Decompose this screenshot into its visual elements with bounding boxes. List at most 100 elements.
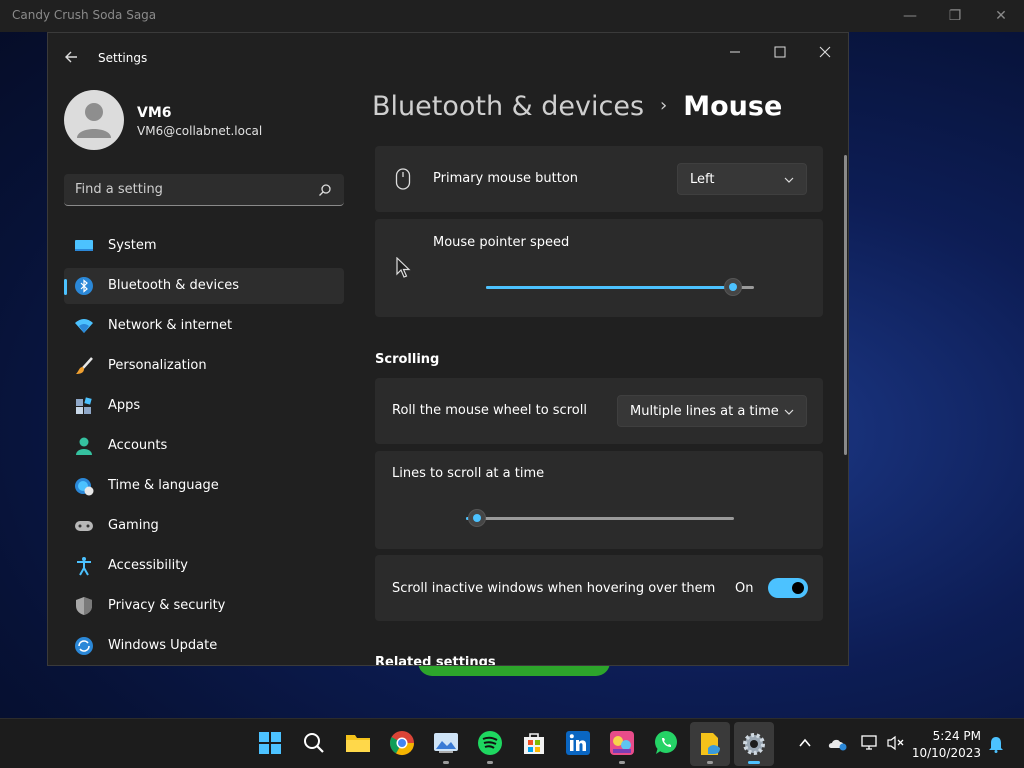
accessibility-icon bbox=[77, 557, 91, 576]
user-name: VM6 bbox=[137, 105, 172, 121]
primary-mouse-button-label: Primary mouse button bbox=[433, 171, 579, 186]
user-email: VM6@collabnet.local bbox=[137, 124, 263, 138]
onedrive-icon[interactable] bbox=[828, 734, 848, 752]
maximize-button[interactable] bbox=[765, 41, 795, 63]
lines-to-scroll-slider[interactable] bbox=[466, 509, 734, 527]
sidebar-item-accounts[interactable]: Accounts bbox=[64, 428, 344, 464]
chevron-up-icon[interactable] bbox=[796, 734, 814, 752]
spotify-icon[interactable] bbox=[476, 729, 504, 757]
linkedin-icon[interactable] bbox=[564, 729, 592, 757]
running-indicator bbox=[443, 761, 449, 764]
sidebar-item-windows-update[interactable]: Windows Update bbox=[64, 628, 344, 664]
sidebar-item-label: Time & language bbox=[108, 478, 219, 493]
photos-icon[interactable] bbox=[432, 729, 460, 757]
close-button[interactable] bbox=[810, 41, 840, 63]
lines-to-scroll-card: Lines to scroll at a time bbox=[375, 451, 823, 549]
sidebar-item-gaming[interactable]: Gaming bbox=[64, 508, 344, 544]
dropdown-value: Left bbox=[690, 172, 715, 187]
roll-wheel-dropdown[interactable]: Multiple lines at a time bbox=[617, 395, 807, 427]
scroll-inactive-card: Scroll inactive windows when hovering ov… bbox=[375, 555, 823, 621]
scroll-inactive-label: Scroll inactive windows when hovering ov… bbox=[392, 581, 716, 596]
running-indicator bbox=[619, 761, 625, 764]
active-indicator bbox=[748, 761, 760, 764]
sidebar-item-label: System bbox=[108, 238, 157, 253]
minimize-button[interactable] bbox=[720, 41, 750, 63]
avatar[interactable] bbox=[64, 90, 124, 150]
chevron-down-icon bbox=[784, 409, 794, 415]
content-scrollbar[interactable] bbox=[844, 155, 847, 455]
shield-icon bbox=[76, 597, 92, 615]
settings-app-button[interactable] bbox=[734, 722, 774, 766]
pointer-speed-thumb[interactable] bbox=[724, 278, 742, 296]
chrome-icon[interactable] bbox=[388, 729, 416, 757]
sidebar-item-network[interactable]: Network & internet bbox=[64, 308, 344, 344]
search-icon[interactable] bbox=[318, 183, 332, 197]
running-indicator bbox=[487, 761, 493, 764]
lines-to-scroll-thumb[interactable] bbox=[468, 509, 486, 527]
roll-wheel-card: Roll the mouse wheel to scroll Multiple … bbox=[375, 378, 823, 444]
related-settings-heading: Related settings bbox=[375, 655, 496, 666]
person-icon bbox=[77, 103, 111, 138]
whatsapp-icon[interactable] bbox=[652, 729, 680, 757]
search-placeholder: Find a setting bbox=[75, 182, 163, 197]
pointer-icon bbox=[396, 257, 411, 278]
notification-bell-icon[interactable] bbox=[988, 735, 1004, 753]
breadcrumb: Bluetooth & devices › Mouse bbox=[372, 91, 782, 122]
settings-titlebar: Settings bbox=[48, 33, 848, 81]
breadcrumb-parent[interactable]: Bluetooth & devices bbox=[372, 91, 644, 122]
pointer-speed-fill bbox=[486, 286, 733, 289]
chevron-down-icon bbox=[784, 177, 794, 183]
sidebar-item-system[interactable]: System bbox=[64, 228, 344, 264]
sidebar-item-label: Accessibility bbox=[108, 558, 188, 573]
bg-restore-button[interactable]: ❐ bbox=[943, 6, 967, 26]
taskbar: 5:24 PM 10/10/2023 bbox=[0, 718, 1024, 768]
bluetooth-icon bbox=[75, 277, 93, 295]
app-title: Settings bbox=[98, 51, 148, 65]
background-app-title: Candy Crush Soda Saga bbox=[12, 8, 157, 22]
sidebar-item-label: Gaming bbox=[108, 518, 159, 533]
store-icon[interactable] bbox=[520, 729, 548, 757]
bg-minimize-button[interactable]: — bbox=[898, 6, 922, 26]
clock-time[interactable]: 5:24 PM bbox=[933, 729, 981, 743]
sidebar-item-time-language[interactable]: Time & language bbox=[64, 468, 344, 504]
sidebar-item-bluetooth[interactable]: Bluetooth & devices bbox=[64, 268, 344, 304]
search-input[interactable]: Find a setting bbox=[64, 174, 344, 206]
primary-mouse-button-dropdown[interactable]: Left bbox=[677, 163, 807, 195]
breadcrumb-separator-icon: › bbox=[660, 95, 668, 116]
start-icon[interactable] bbox=[256, 729, 284, 757]
sidebar-item-label: Network & internet bbox=[108, 318, 233, 333]
search-icon[interactable] bbox=[300, 729, 328, 757]
sidebar-item-label: Apps bbox=[108, 398, 141, 413]
running-indicator bbox=[707, 761, 713, 764]
sidebar-item-label: Bluetooth & devices bbox=[108, 278, 239, 293]
file-share-icon bbox=[701, 733, 720, 755]
sidebar-item-label: Accounts bbox=[108, 438, 168, 453]
network-icon[interactable] bbox=[860, 734, 880, 752]
lines-to-scroll-label: Lines to scroll at a time bbox=[392, 466, 545, 481]
page-title: Mouse bbox=[683, 91, 783, 122]
pointer-speed-label: Mouse pointer speed bbox=[433, 235, 570, 250]
sidebar-item-apps[interactable]: Apps bbox=[64, 388, 344, 424]
sidebar-nav: System Bluetooth & devices Network & int… bbox=[64, 228, 344, 665]
file-explorer-icon[interactable] bbox=[344, 729, 372, 757]
volume-muted-icon[interactable] bbox=[886, 734, 906, 752]
mouse-icon bbox=[395, 168, 411, 190]
sidebar-item-accessibility[interactable]: Accessibility bbox=[64, 548, 344, 584]
sidebar-item-label: Privacy & security bbox=[108, 598, 226, 613]
file-share-app-button[interactable] bbox=[690, 722, 730, 766]
globe-clock-icon bbox=[75, 478, 94, 496]
primary-mouse-button-card: Primary mouse button Left bbox=[375, 146, 823, 212]
bg-close-button[interactable]: ✕ bbox=[989, 6, 1013, 26]
clock-date[interactable]: 10/10/2023 bbox=[912, 746, 981, 760]
candy-crush-icon[interactable] bbox=[608, 729, 636, 757]
person-icon bbox=[76, 437, 92, 455]
sidebar-item-privacy[interactable]: Privacy & security bbox=[64, 588, 344, 624]
sidebar-item-personalization[interactable]: Personalization bbox=[64, 348, 344, 384]
dropdown-value: Multiple lines at a time bbox=[630, 404, 779, 419]
toggle-state-label: On bbox=[735, 581, 754, 596]
pointer-speed-slider[interactable] bbox=[486, 278, 754, 296]
back-arrow-icon[interactable] bbox=[62, 47, 82, 67]
toggle-knob bbox=[792, 582, 804, 594]
scroll-inactive-toggle[interactable] bbox=[768, 578, 808, 598]
settings-window: Settings VM6 VM6@collabnet.local Find a … bbox=[47, 32, 849, 666]
